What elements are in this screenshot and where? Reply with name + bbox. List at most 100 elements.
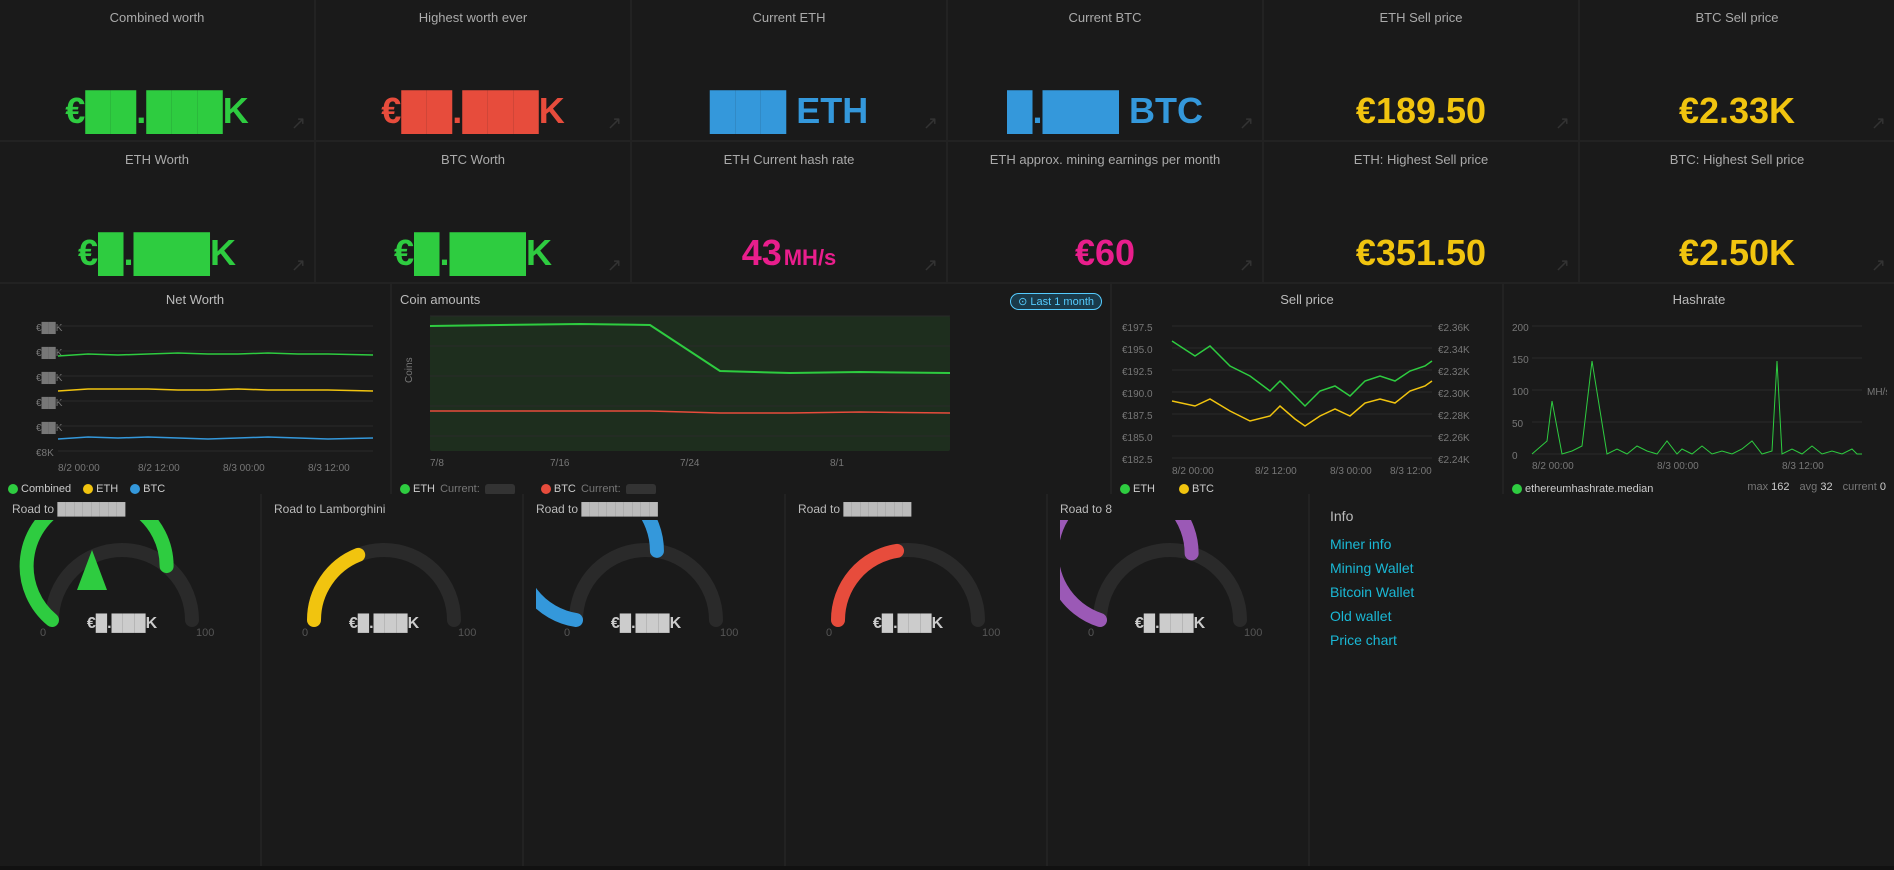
corner-icon: ↗	[1555, 113, 1570, 134]
svg-text:€185.0: €185.0	[1122, 433, 1153, 444]
svg-text:€2.32K: €2.32K	[1438, 367, 1470, 378]
stat-card-row1-0: Combined worth €██.███K ↗	[0, 0, 314, 140]
svg-text:€██K: €██K	[36, 421, 63, 435]
road-gauge-1: 0 100 €█.███K	[274, 520, 494, 650]
stat-title: BTC Sell price	[1594, 10, 1880, 25]
stat-value: €██.███K	[330, 90, 616, 132]
coin-amounts-svg: Coins 7/8 7/16 7/24 8/1	[400, 311, 960, 476]
svg-text:0: 0	[302, 627, 308, 639]
net-worth-chart: Net Worth €██K €██K €██K €██K €██K €8K 8…	[0, 284, 390, 494]
info-card: Info Miner infoMining WalletBitcoin Wall…	[1310, 494, 1894, 866]
info-link-old-wallet[interactable]: Old wallet	[1330, 608, 1874, 624]
net-worth-svg: €██K €██K €██K €██K €██K €8K 8/2 00:00 8…	[8, 311, 378, 476]
svg-text:8/1: 8/1	[830, 458, 844, 469]
stat-card-row2-0: ETH Worth €█.███K ↗	[0, 142, 314, 282]
road-card-title-4: Road to 8	[1060, 502, 1296, 516]
svg-text:100: 100	[720, 627, 738, 639]
svg-text:0: 0	[1512, 451, 1518, 462]
stat-value: €█.███K	[330, 232, 616, 274]
stat-title: ETH: Highest Sell price	[1278, 152, 1564, 167]
svg-text:150: 150	[1512, 355, 1529, 366]
svg-text:7/16: 7/16	[550, 458, 570, 469]
road-card-title-2: Road to █████████	[536, 502, 772, 516]
svg-text:8/3 12:00: 8/3 12:00	[308, 463, 350, 474]
svg-text:0: 0	[1088, 627, 1094, 639]
svg-text:8/3 00:00: 8/3 00:00	[223, 463, 265, 474]
stat-title: BTC: Highest Sell price	[1594, 152, 1880, 167]
svg-text:€2.24K: €2.24K	[1438, 455, 1470, 466]
sell-price-chart: Sell price €197.5 €195.0 €192.5 €190.0 €…	[1112, 284, 1502, 494]
svg-text:8/2 00:00: 8/2 00:00	[58, 463, 100, 474]
stat-title: Highest worth ever	[330, 10, 616, 25]
svg-text:€██K: €██K	[36, 396, 63, 410]
net-worth-legend: Combined ETH BTC	[8, 483, 382, 494]
svg-text:€█.███K: €█.███K	[611, 613, 682, 633]
road-gauge-2: 0 100 €█.███K	[536, 520, 756, 650]
svg-text:€2.28K: €2.28K	[1438, 411, 1470, 422]
stat-card-row1-3: Current BTC █.███ BTC ↗	[948, 0, 1262, 140]
stat-title: BTC Worth	[330, 152, 616, 167]
svg-text:8/2 00:00: 8/2 00:00	[1172, 466, 1214, 476]
svg-text:€██K: €██K	[36, 371, 63, 385]
info-link-price-chart[interactable]: Price chart	[1330, 632, 1874, 648]
svg-text:€█.███K: €█.███K	[87, 613, 158, 633]
stat-title: ETH approx. mining earnings per month	[962, 152, 1248, 167]
corner-icon: ↗	[1239, 255, 1254, 276]
road-gauge-3: 0 100 €█.███K	[798, 520, 1018, 650]
svg-text:8/2 12:00: 8/2 12:00	[1255, 466, 1297, 476]
corner-icon: ↗	[607, 113, 622, 134]
road-gauge-0: 0 100 €█.███K	[12, 520, 232, 650]
svg-text:100: 100	[982, 627, 1000, 639]
svg-text:€██K: €██K	[36, 346, 63, 360]
hashrate-svg: 200 150 100 50 0 MH/s 8/2 00:00 8/3 00:0…	[1512, 311, 1887, 476]
stat-card-row1-2: Current ETH ███ ETH ↗	[632, 0, 946, 140]
stat-title: Combined worth	[14, 10, 300, 25]
svg-text:€██K: €██K	[36, 321, 63, 335]
stat-title: ETH Current hash rate	[646, 152, 932, 167]
svg-text:€2.34K: €2.34K	[1438, 345, 1470, 356]
svg-text:8/2 12:00: 8/2 12:00	[138, 463, 180, 474]
corner-icon: ↗	[1239, 113, 1254, 134]
svg-text:€2.26K: €2.26K	[1438, 433, 1470, 444]
coin-amounts-legend: ETH Current: BTC Current:	[400, 483, 1102, 494]
corner-icon: ↗	[1871, 255, 1886, 276]
svg-text:8/2 00:00: 8/2 00:00	[1532, 461, 1574, 472]
stat-title: Current ETH	[646, 10, 932, 25]
stat-value: ███ ETH	[646, 90, 932, 132]
stat-value: €██.███K	[14, 90, 300, 132]
stat-card-row2-3: ETH approx. mining earnings per month €6…	[948, 142, 1262, 282]
svg-text:€187.5: €187.5	[1122, 411, 1153, 422]
svg-text:€█.███K: €█.███K	[349, 613, 420, 633]
svg-text:50: 50	[1512, 419, 1524, 430]
svg-text:0: 0	[40, 627, 46, 639]
stats-row-1: Combined worth €██.███K ↗ Highest worth …	[0, 0, 1894, 142]
road-card-1: Road to Lamborghini 0 100 €█.███K	[262, 494, 522, 866]
stat-card-row2-1: BTC Worth €█.███K ↗	[316, 142, 630, 282]
info-link-mining-wallet[interactable]: Mining Wallet	[1330, 560, 1874, 576]
info-link-miner-info[interactable]: Miner info	[1330, 536, 1874, 552]
stat-value: €351.50	[1278, 232, 1564, 274]
svg-text:8/3 12:00: 8/3 12:00	[1390, 466, 1432, 476]
road-gauge-4: 0 100 €█.███K	[1060, 520, 1280, 650]
stat-value: €2.50K	[1594, 232, 1880, 274]
info-links: Miner info Mining Wallet Bitcoin Wallet Old…	[1330, 536, 1874, 648]
stat-value: €189.50	[1278, 90, 1564, 132]
corner-icon: ↗	[291, 113, 306, 134]
svg-text:€192.5: €192.5	[1122, 367, 1153, 378]
svg-text:200: 200	[1512, 323, 1529, 334]
stat-title: Current BTC	[962, 10, 1248, 25]
corner-icon: ↗	[1871, 113, 1886, 134]
stat-value: €2.33K	[1594, 90, 1880, 132]
bottom-section: Road to ████████ 0 100 €█.███K Road to L…	[0, 494, 1894, 866]
sell-price-title: Sell price	[1120, 292, 1494, 307]
svg-text:€197.5: €197.5	[1122, 323, 1153, 334]
stat-card-row1-5: BTC Sell price €2.33K ↗	[1580, 0, 1894, 140]
svg-text:Coins: Coins	[404, 357, 415, 383]
svg-text:8/3 12:00: 8/3 12:00	[1782, 461, 1824, 472]
hashrate-title: Hashrate	[1512, 292, 1886, 307]
stat-value: █.███ BTC	[962, 90, 1248, 132]
info-link-bitcoin-wallet[interactable]: Bitcoin Wallet	[1330, 584, 1874, 600]
net-worth-title: Net Worth	[8, 292, 382, 307]
svg-text:€190.0: €190.0	[1122, 389, 1153, 400]
sell-price-svg: €197.5 €195.0 €192.5 €190.0 €187.5 €185.…	[1120, 311, 1495, 476]
